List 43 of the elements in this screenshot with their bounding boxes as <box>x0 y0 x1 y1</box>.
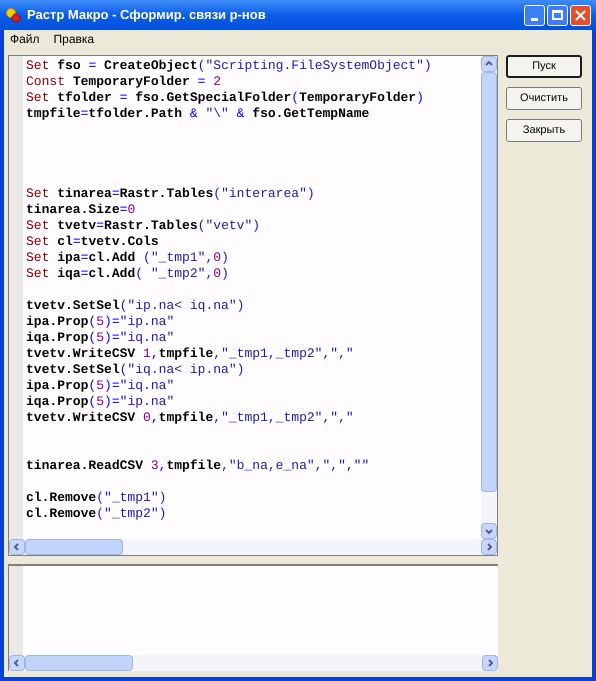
menu-item[interactable]: Файл <box>10 30 40 48</box>
code-line: iqa.Prop(5)="ip.na" <box>26 394 174 410</box>
scroll-up-icon[interactable] <box>481 56 497 72</box>
code-line: Set fso = CreateObject("Scripting.FileSystemObject") <box>26 58 432 74</box>
code-line: tvetv.SetSel("ip.na< iq.na") <box>26 298 244 314</box>
code-line: Set tfolder = fso.GetSpecialFolder(TemporaryFolder) <box>26 90 424 106</box>
code-line: tinarea.ReadCSV 3,tmpfile,"b_na,e_na",",","" <box>26 458 370 474</box>
code-line: Set tinarea=Rastr.Tables("interarea") <box>26 186 315 202</box>
horizontal-scrollbar[interactable] <box>9 538 497 555</box>
window-title: Растр Макро - Сформир. связи р-нов <box>27 6 267 24</box>
code-editor[interactable] <box>8 55 498 556</box>
code-line: tvetv.WriteCSV 0,tmpfile,"_tmp1,_tmp2","," <box>26 410 354 426</box>
menu-item[interactable]: Правка <box>54 30 94 48</box>
horizontal-scrollbar[interactable] <box>9 655 498 671</box>
code-line: iqa.Prop(5)="iq.na" <box>26 330 174 346</box>
code-line: cl.Remove("_tmp1") <box>26 490 166 506</box>
code-line: tmpfile=tfolder.Path & "\" & fso.GetTempName <box>26 106 370 122</box>
scroll-right-icon[interactable] <box>481 538 497 555</box>
code-line: cl.Remove("_tmp2") <box>26 506 166 522</box>
minimize-button[interactable] <box>524 4 545 26</box>
output-pane[interactable] <box>8 564 498 671</box>
action-button[interactable]: Очистить <box>506 87 582 110</box>
close-button[interactable] <box>570 4 591 26</box>
maximize-button[interactable] <box>547 4 568 26</box>
code-line: Set iqa=cl.Add( "_tmp2",0) <box>26 266 229 282</box>
scroll-down-icon[interactable] <box>481 522 497 539</box>
scroll-thumb[interactable] <box>25 538 123 555</box>
code-line: ipa.Prop(5)="iq.na" <box>26 378 174 394</box>
code-line: tvetv.SetSel("iq.na< ip.na") <box>26 362 244 378</box>
scroll-thumb[interactable] <box>25 655 133 671</box>
scroll-left-icon[interactable] <box>9 538 25 555</box>
close-icon <box>575 10 586 20</box>
code-line: Set cl=tvetv.Cols <box>26 234 159 250</box>
code-line: tvetv.WriteCSV 1,tmpfile,"_tmp1,_tmp2","," <box>26 346 354 362</box>
scroll-right-icon[interactable] <box>482 655 498 671</box>
code-line: Const TemporaryFolder = 2 <box>26 74 222 90</box>
scroll-left-icon[interactable] <box>9 655 25 671</box>
code-line: Set tvetv=Rastr.Tables("vetv") <box>26 218 260 234</box>
code-line: tinarea.Size=0 <box>26 202 136 218</box>
action-button[interactable]: Закрыть <box>506 119 582 142</box>
action-button[interactable]: Пуск <box>506 55 582 78</box>
code-line: ipa.Prop(5)="ip.na" <box>26 314 174 330</box>
code-line: Set ipa=cl.Add ("_tmp1",0) <box>26 250 229 266</box>
